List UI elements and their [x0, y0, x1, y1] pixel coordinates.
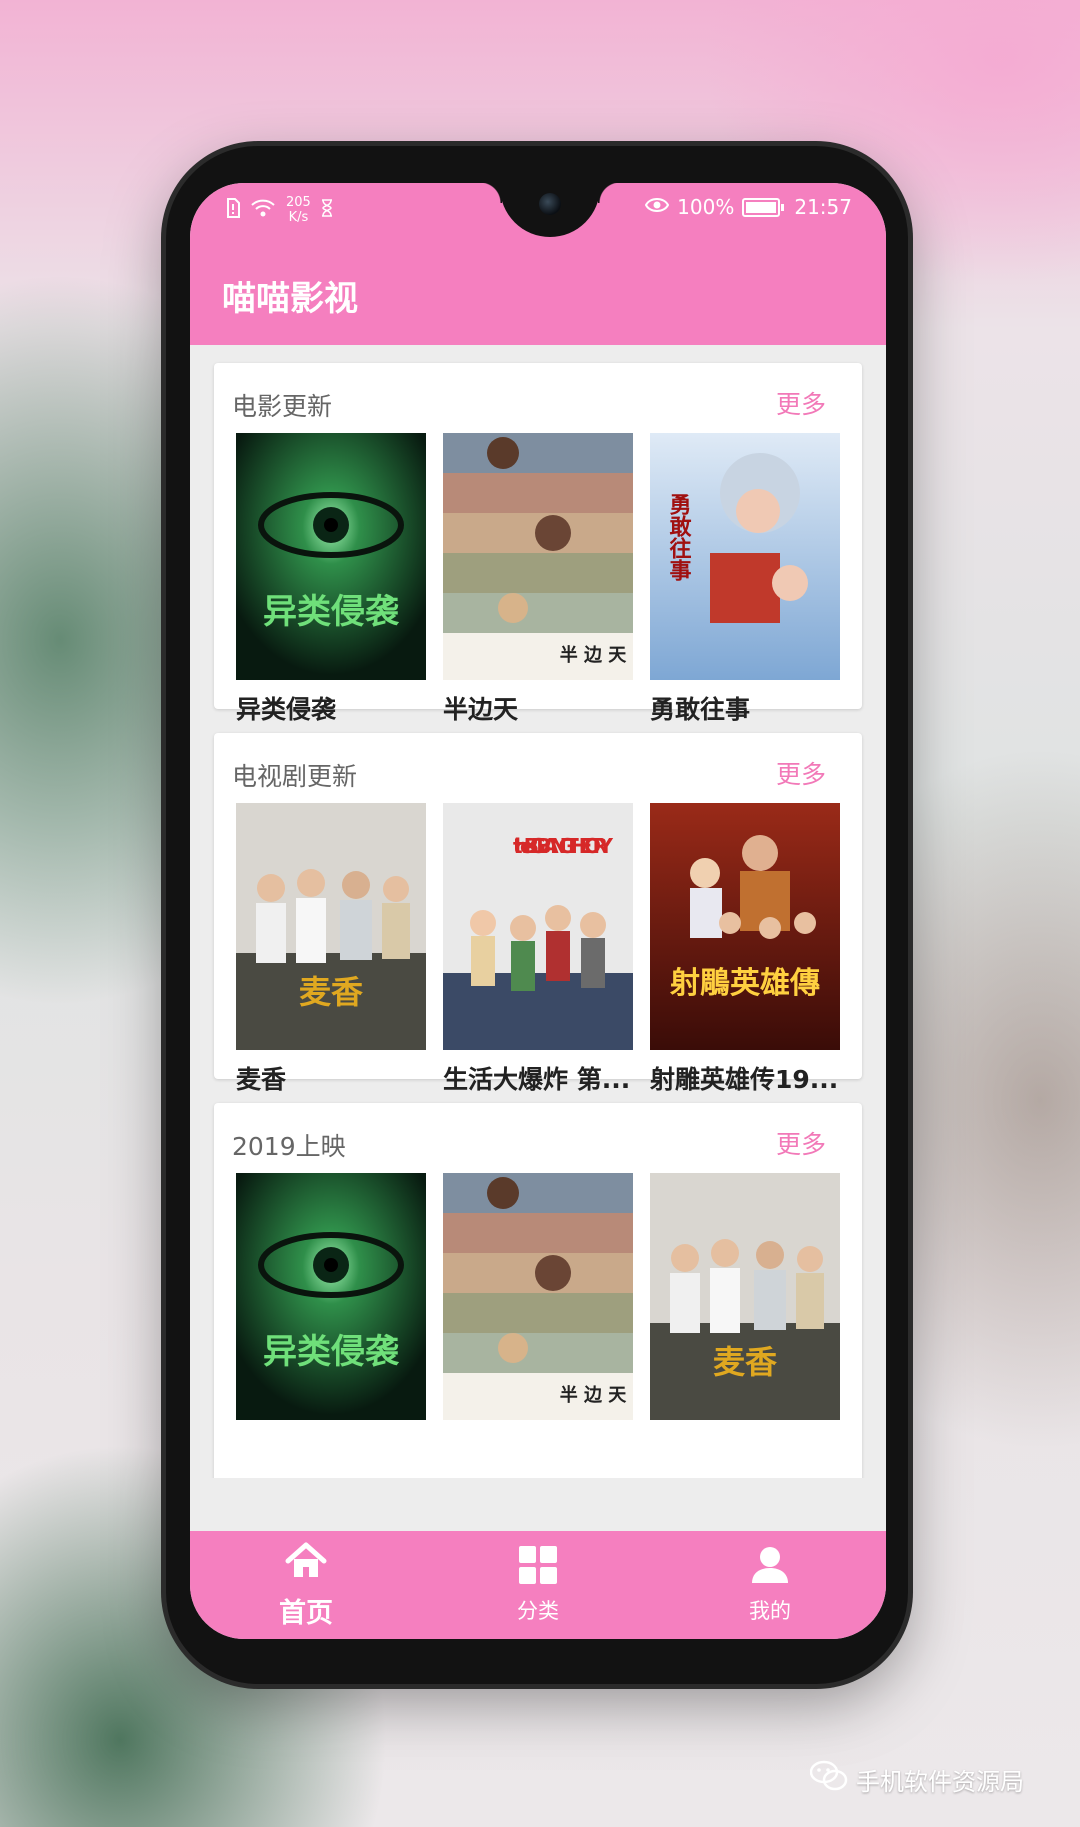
media-card[interactable]: 麦香	[650, 1173, 840, 1420]
wifi-icon	[250, 198, 276, 223]
section-title: 电视剧更新	[232, 762, 358, 791]
tab-category[interactable]: 分类	[422, 1531, 654, 1639]
poster-text: 半 边 天	[560, 1384, 628, 1406]
poster-text: 麦香	[299, 973, 363, 1011]
battery-icon	[742, 197, 785, 217]
more-link[interactable]: 更多	[776, 1125, 826, 1161]
media-card[interactable]: 半 边 天	[443, 1173, 633, 1420]
tab-label: 首页	[279, 1597, 333, 1629]
bottom-tab-bar: 首页 分类 我的	[190, 1531, 886, 1639]
clock: 21:57	[794, 195, 852, 219]
section-movie-updates: 电影更新 更多 异类侵袭 异类侵袭 2019-05-19 半 边 天 半边天 2…	[214, 363, 862, 754]
main-content[interactable]: 电影更新 更多 异类侵袭 异类侵袭 2019-05-19 半 边 天 半边天 2…	[190, 345, 886, 1478]
home-icon	[284, 1541, 328, 1585]
poster-image: 半 边 天	[443, 1173, 633, 1420]
poster-image: 半 边 天	[443, 433, 633, 680]
sim-icon	[226, 197, 240, 223]
poster-text: the BIG BANG THEORY	[513, 834, 614, 858]
poster-text: 半 边 天	[560, 644, 628, 666]
media-title: 生活大爆炸 第...	[443, 1065, 631, 1094]
media-card[interactable]: 勇敢往事 勇敢往事 2019-05-17	[650, 433, 840, 754]
media-card[interactable]: 半 边 天 半边天 2019-05-19	[443, 433, 633, 754]
media-title: 半边天	[443, 695, 519, 724]
poster-image: 射鵰英雄傳	[650, 803, 840, 1050]
poster-text: 射鵰英雄傳	[670, 966, 820, 1001]
eye-icon	[645, 195, 670, 219]
poster-image: 勇敢往事	[650, 433, 840, 680]
battery-percent: 100%	[677, 195, 735, 219]
section-title: 电影更新	[232, 392, 333, 421]
tab-label: 分类	[517, 1599, 559, 1623]
poster-image: 麦香	[650, 1173, 840, 1420]
media-card[interactable]: 麦香 麦香 2019-05-19	[236, 803, 426, 1124]
media-title: 勇敢往事	[650, 695, 751, 724]
media-card[interactable]: 异类侵袭 异类侵袭 2019-05-19	[236, 433, 426, 754]
media-title: 射雕英雄传19...	[650, 1065, 839, 1094]
hourglass-icon	[321, 198, 333, 222]
tab-home[interactable]: 首页	[190, 1531, 422, 1639]
poster-text: 异类侵袭	[263, 1332, 400, 1372]
poster-image: 麦香	[236, 803, 426, 1050]
media-card[interactable]: 射鵰英雄傳 射雕英雄传19... 2019-05-17	[650, 803, 840, 1124]
front-camera	[539, 193, 561, 215]
poster-text: 麦香	[713, 1343, 777, 1381]
tab-mine[interactable]: 我的	[654, 1531, 886, 1639]
poster-text: 勇敢往事	[666, 493, 692, 581]
grid-icon	[518, 1545, 558, 1589]
wechat-icon	[809, 1760, 848, 1798]
tab-label: 我的	[749, 1599, 791, 1623]
watermark-text: 手机软件资源局	[856, 1767, 1024, 1796]
poster-image: 异类侵袭	[236, 433, 426, 680]
media-card[interactable]: the BIG BANG THEORY 生活大爆炸 第... 2019-05-1…	[443, 803, 633, 1124]
media-title: 麦香	[236, 1065, 287, 1094]
poster-text: 异类侵袭	[263, 592, 400, 632]
media-title: 异类侵袭	[236, 695, 337, 724]
watermark: 手机软件资源局	[809, 1760, 1024, 1798]
user-icon	[750, 1545, 790, 1589]
app-title: 喵喵影视	[222, 279, 358, 319]
section-tv-updates: 电视剧更新 更多 麦香 麦香 2019-05-19 the BIG BANG T…	[214, 733, 862, 1124]
phone-screen: 205 K/s 100% 21:57 喵喵影视 电影更新 更多 异类侵袭 异类侵…	[190, 183, 886, 1639]
media-card[interactable]: 异类侵袭	[236, 1173, 426, 1420]
net-speed: 205 K/s	[286, 195, 311, 225]
more-link[interactable]: 更多	[776, 385, 826, 421]
section-title: 2019上映	[232, 1132, 346, 1161]
poster-image: 异类侵袭	[236, 1173, 426, 1420]
section-2019-releases: 2019上映 更多 异类侵袭 半 边 天 麦香	[214, 1103, 862, 1478]
poster-image: the BIG BANG THEORY	[443, 803, 633, 1050]
more-link[interactable]: 更多	[776, 755, 826, 791]
